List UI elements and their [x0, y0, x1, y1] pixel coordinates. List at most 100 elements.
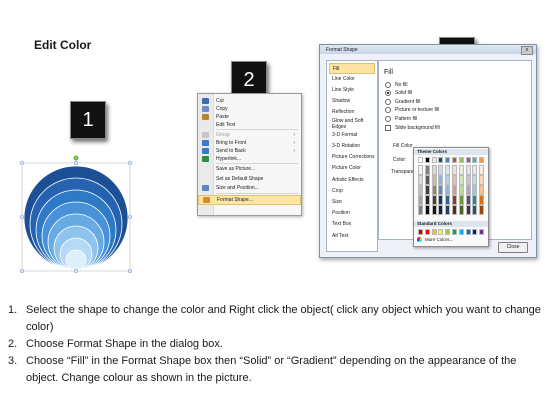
- color-swatch[interactable]: [445, 157, 451, 163]
- radio-button[interactable]: [385, 81, 391, 88]
- color-swatch[interactable]: [438, 185, 444, 195]
- color-swatch[interactable]: [445, 195, 451, 205]
- color-swatch[interactable]: [431, 175, 437, 185]
- fill-option-gradient-fill[interactable]: Gradient fill: [385, 98, 420, 105]
- color-swatch[interactable]: [445, 175, 451, 185]
- color-swatch[interactable]: [418, 165, 423, 175]
- standard-color-swatch[interactable]: [424, 229, 430, 235]
- color-swatch[interactable]: [445, 205, 451, 215]
- color-swatch[interactable]: [418, 195, 423, 205]
- color-swatch[interactable]: [458, 175, 464, 185]
- color-swatch[interactable]: [424, 185, 430, 195]
- color-swatch[interactable]: [418, 205, 423, 215]
- category-picture-corrections[interactable]: Picture Corrections: [329, 153, 375, 162]
- category-fill[interactable]: Fill: [329, 63, 375, 74]
- category-crop[interactable]: Crop: [329, 186, 375, 195]
- color-swatch[interactable]: [445, 165, 451, 175]
- color-swatch[interactable]: [452, 205, 457, 215]
- standard-color-swatch[interactable]: [431, 229, 437, 235]
- color-swatch[interactable]: [465, 185, 471, 195]
- resize-handle[interactable]: [127, 214, 133, 220]
- color-swatch[interactable]: [424, 205, 430, 215]
- menu-item-group[interactable]: Group ›: [198, 131, 301, 139]
- resize-handle[interactable]: [127, 160, 133, 166]
- resize-handle[interactable]: [127, 268, 133, 274]
- concentric-circles-shape[interactable]: [16, 153, 136, 275]
- resize-handle[interactable]: [73, 268, 79, 274]
- color-swatch[interactable]: [458, 165, 464, 175]
- circle-ring-8[interactable]: [65, 249, 87, 271]
- color-swatch[interactable]: [472, 157, 478, 163]
- color-swatch[interactable]: [479, 195, 485, 205]
- category-position[interactable]: Position: [329, 209, 375, 218]
- category-artistic-effects[interactable]: Artistic Effects: [329, 175, 375, 184]
- resize-handle[interactable]: [19, 160, 25, 166]
- resize-handle[interactable]: [73, 160, 79, 166]
- color-swatch[interactable]: [465, 165, 471, 175]
- rotation-handle[interactable]: [73, 155, 79, 161]
- color-swatch[interactable]: [458, 157, 464, 163]
- color-swatch[interactable]: [458, 185, 464, 195]
- color-swatch[interactable]: [465, 175, 471, 185]
- radio-button[interactable]: [385, 98, 391, 105]
- more-colors-link[interactable]: More Colors...: [417, 237, 453, 242]
- menu-item-set-as-default-shape[interactable]: Set as Default Shape: [198, 175, 301, 183]
- color-swatch[interactable]: [438, 205, 444, 215]
- standard-color-swatch[interactable]: [445, 229, 451, 235]
- menu-item-format-shape[interactable]: Format Shape...: [198, 195, 301, 205]
- category-3-d-format[interactable]: 3-D Format: [329, 130, 375, 139]
- menu-item-size-and-position[interactable]: Size and Position...: [198, 184, 301, 192]
- color-swatch[interactable]: [479, 205, 485, 215]
- radio-button[interactable]: [385, 107, 391, 114]
- resize-handle[interactable]: [19, 214, 25, 220]
- color-swatch[interactable]: [438, 157, 444, 163]
- standard-color-swatch[interactable]: [438, 229, 444, 235]
- dialog-close-icon[interactable]: x: [521, 46, 533, 55]
- color-swatch[interactable]: [431, 195, 437, 205]
- category-3-d-rotation[interactable]: 3-D Rotation: [329, 141, 375, 150]
- color-swatch[interactable]: [431, 157, 437, 163]
- fill-option-no-fill[interactable]: No fill: [385, 81, 408, 88]
- color-swatch[interactable]: [424, 157, 430, 163]
- color-swatch[interactable]: [431, 185, 437, 195]
- color-swatch[interactable]: [465, 157, 471, 163]
- menu-item-bring-to-front[interactable]: Bring to Front ›: [198, 139, 301, 147]
- category-picture-color[interactable]: Picture Color: [329, 164, 375, 173]
- standard-color-swatch[interactable]: [418, 229, 423, 235]
- standard-color-swatch[interactable]: [452, 229, 457, 235]
- color-swatch[interactable]: [418, 157, 423, 163]
- color-swatch[interactable]: [479, 185, 485, 195]
- resize-handle[interactable]: [19, 268, 25, 274]
- color-swatch[interactable]: [465, 205, 471, 215]
- color-swatch[interactable]: [465, 195, 471, 205]
- color-swatch[interactable]: [458, 195, 464, 205]
- fill-option-solid-fill[interactable]: Solid fill: [385, 90, 412, 97]
- close-button[interactable]: Close: [498, 242, 528, 253]
- standard-color-swatch[interactable]: [458, 229, 464, 235]
- color-swatch[interactable]: [472, 175, 478, 185]
- color-swatch[interactable]: [452, 195, 457, 205]
- category-reflection[interactable]: Reflection: [329, 108, 375, 117]
- fill-option-pattern-fill[interactable]: Pattern fill: [385, 115, 417, 122]
- menu-item-cut[interactable]: Cut: [198, 97, 301, 105]
- menu-item-send-to-back[interactable]: Send to Back ›: [198, 147, 301, 155]
- category-shadow[interactable]: Shadow: [329, 97, 375, 106]
- color-swatch[interactable]: [479, 157, 485, 163]
- color-swatch[interactable]: [479, 165, 485, 175]
- fill-option-picture-or-texture-fill[interactable]: Picture or texture fill: [385, 107, 439, 114]
- color-swatch[interactable]: [438, 175, 444, 185]
- color-swatch[interactable]: [431, 165, 437, 175]
- color-swatch[interactable]: [452, 157, 457, 163]
- standard-color-swatch[interactable]: [472, 229, 478, 235]
- category-alt-text[interactable]: Alt Text: [329, 231, 375, 240]
- color-swatch[interactable]: [458, 205, 464, 215]
- standard-color-swatch[interactable]: [479, 229, 485, 235]
- menu-item-copy[interactable]: Copy: [198, 105, 301, 113]
- menu-item-paste[interactable]: Paste: [198, 113, 301, 121]
- standard-color-swatch[interactable]: [465, 229, 471, 235]
- color-swatch[interactable]: [472, 205, 478, 215]
- color-swatch[interactable]: [472, 185, 478, 195]
- color-swatch[interactable]: [452, 175, 457, 185]
- radio-button[interactable]: [385, 115, 391, 122]
- menu-item-hyperlink[interactable]: Hyperlink...: [198, 155, 301, 163]
